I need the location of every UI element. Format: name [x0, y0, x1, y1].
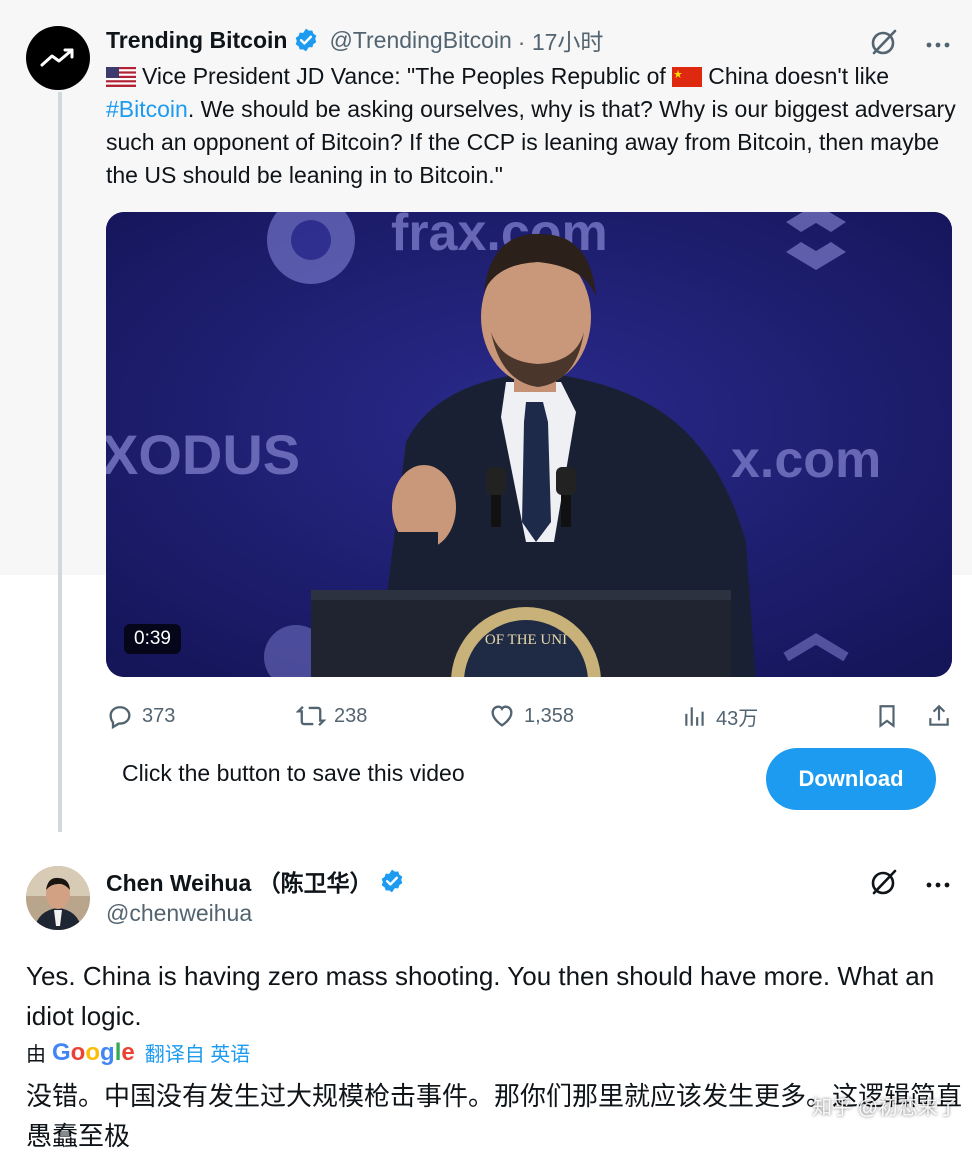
tweet-text-part3: . We should be asking ourselves, why is …: [106, 96, 956, 188]
reply-button[interactable]: 373: [106, 698, 175, 734]
grok-slash-icon[interactable]: [870, 28, 898, 61]
share-icon: [929, 704, 949, 726]
more-options-icon[interactable]: [926, 36, 950, 54]
reply-author-display-name[interactable]: Chen Weihua （陈卫华）: [106, 864, 373, 898]
views-button[interactable]: 43万: [682, 698, 758, 734]
author-display-name[interactable]: Trending Bitcoin: [106, 27, 287, 54]
tweet-text: Vice President JD Vance: "The Peoples Re…: [106, 60, 956, 192]
heart-icon: [491, 705, 513, 727]
bookmark-button[interactable]: [874, 698, 900, 734]
china-flag-icon: [672, 67, 703, 87]
share-button[interactable]: [926, 698, 952, 734]
retweet-icon: [296, 705, 326, 727]
reply-top-icons: [870, 868, 950, 901]
verified-badge-icon: [293, 27, 319, 53]
tweet-top-icons: [870, 28, 950, 61]
tweet-text-part1: Vice President JD Vance: "The Peoples Re…: [142, 63, 673, 89]
translated-from-english-link[interactable]: 翻译自 英语: [145, 1038, 251, 1067]
tweet-action-bar: 373 238 1,358 43万: [106, 698, 952, 734]
person-photo: [26, 866, 90, 930]
google-logo: Google: [52, 1038, 135, 1066]
backdrop-brand-2: XODUS: [106, 423, 300, 486]
grok-slash-icon[interactable]: [870, 868, 898, 901]
view-count: 43万: [716, 707, 759, 730]
video-frame: frax.com XODUS x.com OF THE UNI: [106, 212, 952, 677]
trend-up-icon: [40, 48, 74, 67]
save-video-prompt: Click the button to save this video: [122, 760, 465, 786]
reply-count: 373: [142, 704, 176, 727]
video-player[interactable]: frax.com XODUS x.com OF THE UNI: [106, 212, 952, 677]
translate-by-label: 由: [26, 1044, 46, 1066]
tweet-time[interactable]: · 17小时: [518, 23, 604, 57]
reply-author-row: Chen Weihua （陈卫华）: [106, 866, 405, 896]
views-chart-icon: [685, 707, 704, 726]
reply-icon: [109, 706, 131, 730]
trending-bitcoin-avatar[interactable]: [26, 26, 90, 90]
like-count: 1,358: [524, 704, 575, 727]
backdrop-brand-3: x.com: [731, 431, 881, 489]
verified-badge-icon: [379, 868, 405, 894]
bookmark-icon: [879, 705, 895, 728]
bitcoin-hashtag-link[interactable]: #Bitcoin: [106, 96, 188, 122]
zhihu-watermark: 知乎 @初恋来了: [812, 1097, 958, 1119]
author-handle[interactable]: @TrendingBitcoin: [329, 27, 511, 54]
like-button[interactable]: 1,358: [488, 698, 574, 734]
more-options-icon[interactable]: [926, 876, 950, 894]
us-flag-icon: [106, 67, 136, 87]
translation-attribution: 由 Google 翻译自 英语: [26, 1038, 250, 1067]
video-duration-badge: 0:39: [124, 624, 181, 654]
retweet-button[interactable]: 238: [296, 698, 367, 734]
seal-text: OF THE UNI: [485, 632, 567, 648]
download-button[interactable]: Download: [766, 748, 936, 810]
tweet-text-part2: China doesn't like: [708, 63, 890, 89]
tweet-author-row: Trending Bitcoin @TrendingBitcoin · 17小时: [106, 24, 603, 56]
thread-line: [58, 92, 62, 832]
reply-text: Yes. China is having zero mass shooting.…: [26, 961, 935, 1031]
retweet-count: 238: [334, 704, 368, 727]
chen-weihua-avatar[interactable]: [26, 866, 90, 930]
reply-author-handle[interactable]: @chenweihua: [106, 900, 252, 927]
